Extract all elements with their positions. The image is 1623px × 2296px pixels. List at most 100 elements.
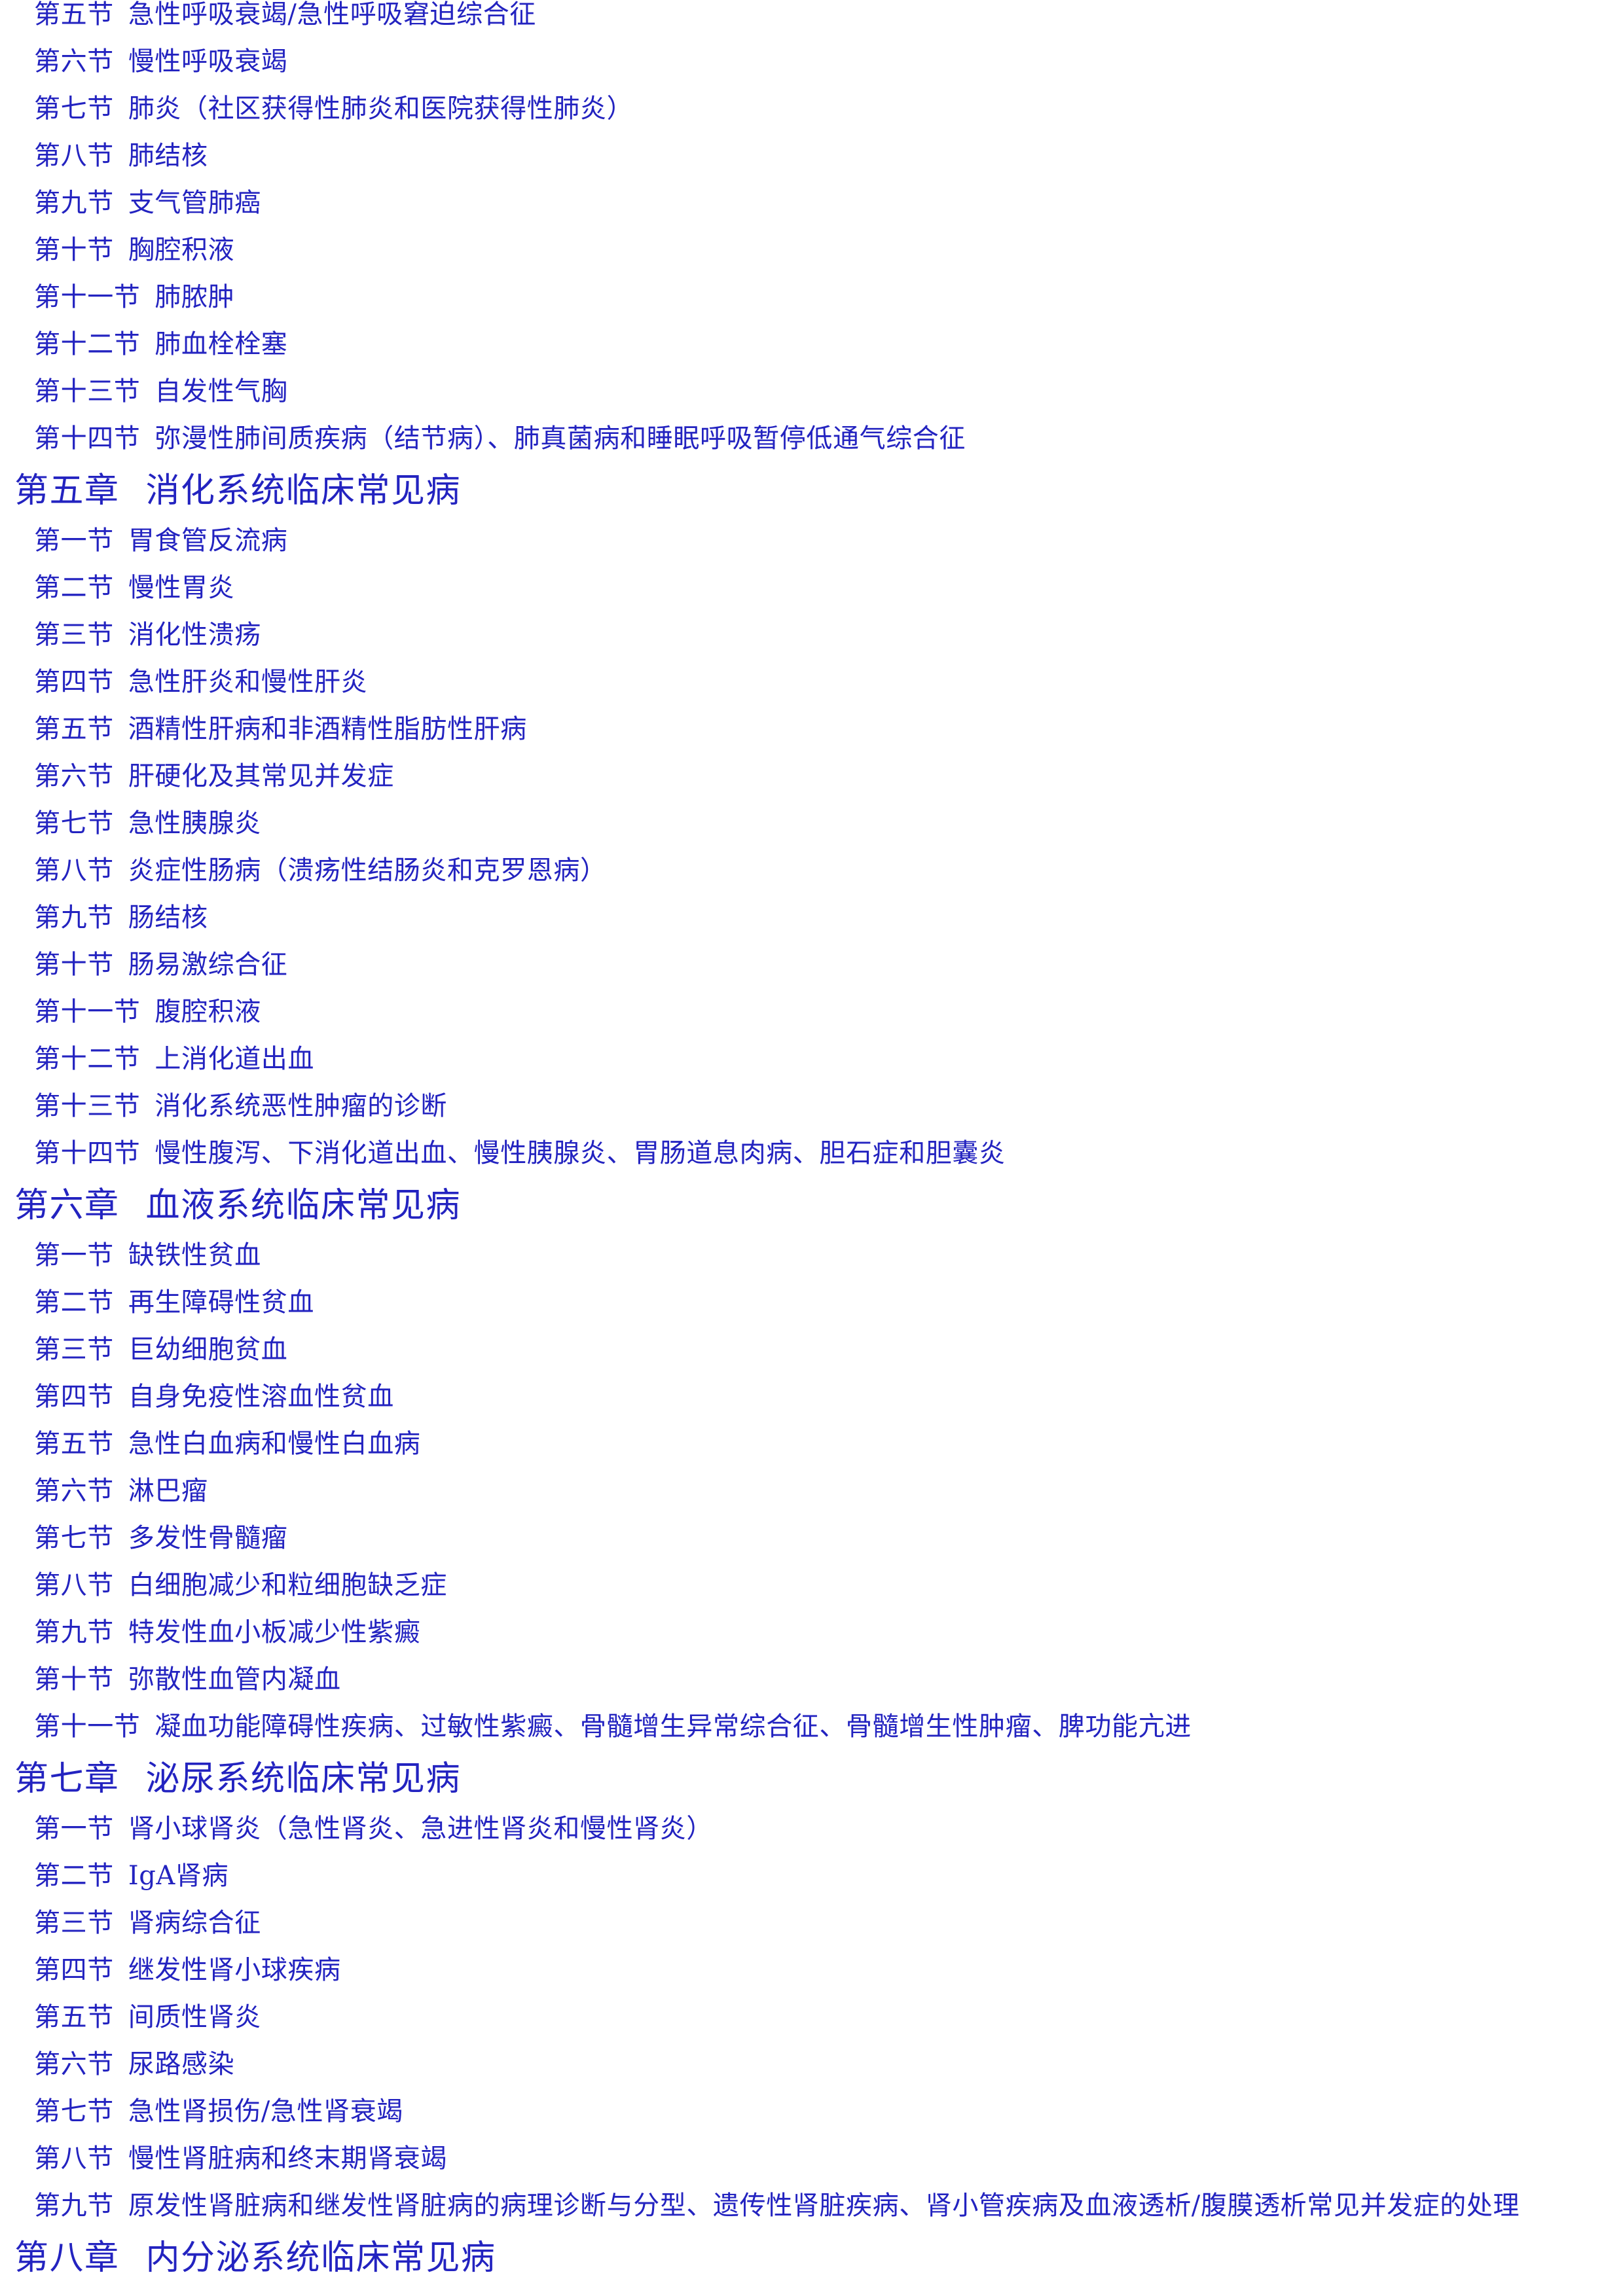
toc-section-entry[interactable]: 第十节 肠易激综合征 <box>0 952 1623 978</box>
section-number: 第八节 <box>34 855 114 886</box>
toc-section-entry[interactable]: 第十一节 腹腔积液 <box>0 999 1623 1025</box>
section-number: 第五节 <box>34 714 114 744</box>
toc-section-entry[interactable]: 第三节 巨幼细胞贫血 <box>0 1336 1623 1363</box>
toc-section-entry[interactable]: 第二节 慢性胃炎 <box>0 575 1623 601</box>
toc-section-entry[interactable]: 第五节 间质性肾炎 <box>0 2004 1623 2030</box>
section-title: 肺血栓栓塞 <box>155 329 288 359</box>
toc-section-entry[interactable]: 第九节 肠结核 <box>0 905 1623 931</box>
section-title: 再生障碍性贫血 <box>128 1287 315 1318</box>
section-number: 第十一节 <box>34 282 141 312</box>
section-title: 肺结核 <box>128 141 208 171</box>
toc-section-entry[interactable]: 第八节 炎症性肠病（溃疡性结肠炎和克罗恩病） <box>0 857 1623 884</box>
section-number: 第十二节 <box>34 329 141 359</box>
toc-section-entry[interactable]: 第九节 特发性血小板减少性紫癜 <box>0 1619 1623 1645</box>
toc-section-entry[interactable]: 第六节 肝硬化及其常见并发症 <box>0 763 1623 789</box>
toc-section-entry[interactable]: 第四节 继发性肾小球疾病 <box>0 1957 1623 1983</box>
toc-section-entry[interactable]: 第五节 急性呼吸衰竭/急性呼吸窘迫综合征 <box>0 1 1623 27</box>
section-number: 第六节 <box>34 46 114 77</box>
toc-section-entry[interactable]: 第三节 消化性溃疡 <box>0 622 1623 648</box>
section-number: 第十节 <box>34 1664 114 1695</box>
chapter-number: 第六章 <box>14 1186 120 1225</box>
section-number: 第七节 <box>34 94 114 124</box>
section-title: 慢性腹泻、下消化道出血、慢性胰腺炎、胃肠道息肉病、胆石症和胆囊炎 <box>155 1138 1006 1168</box>
toc-section-entry[interactable]: 第十节 胸腔积液 <box>0 237 1623 263</box>
chapter-heading[interactable]: 第八章 内分泌系统临床常见病 <box>0 2241 1623 2275</box>
toc-section-entry[interactable]: 第十一节 肺脓肿 <box>0 284 1623 310</box>
section-title: 酒精性肝病和非酒精性脂肪性肝病 <box>128 714 527 744</box>
section-number: 第六节 <box>34 2049 114 2079</box>
toc-section-entry[interactable]: 第一节 胃食管反流病 <box>0 528 1623 554</box>
toc-section-entry[interactable]: 第五节 急性白血病和慢性白血病 <box>0 1431 1623 1457</box>
chapter-heading[interactable]: 第六章 血液系统临床常见病 <box>0 1189 1623 1223</box>
toc-section-entry[interactable]: 第四节 自身免疫性溶血性贫血 <box>0 1384 1623 1410</box>
toc-section-entry[interactable]: 第六节 慢性呼吸衰竭 <box>0 48 1623 75</box>
section-title: 胃食管反流病 <box>128 526 288 556</box>
toc-section-entry[interactable]: 第十一节 凝血功能障碍性疾病、过敏性紫癜、骨髓增生异常综合征、骨髓增生性肿瘤、脾功… <box>0 1713 1623 1740</box>
section-title: 弥散性血管内凝血 <box>128 1664 341 1695</box>
section-title: 炎症性肠病（溃疡性结肠炎和克罗恩病） <box>128 855 607 886</box>
section-number: 第一节 <box>34 1240 114 1270</box>
toc-section-entry[interactable]: 第二节 再生障碍性贫血 <box>0 1289 1623 1316</box>
toc-section-entry[interactable]: 第九节 支气管肺癌 <box>0 190 1623 216</box>
section-title: 原发性肾脏病和继发性肾脏病的病理诊断与分型、遗传性肾脏疾病、肾小管疾病及血液透析… <box>128 2191 1520 2221</box>
section-number: 第九节 <box>34 903 114 933</box>
toc-section-entry[interactable]: 第十四节 慢性腹泻、下消化道出血、慢性胰腺炎、胃肠道息肉病、胆石症和胆囊炎 <box>0 1140 1623 1166</box>
section-number: 第十四节 <box>34 423 141 454</box>
chapter-heading[interactable]: 第五章 消化系统临床常见病 <box>0 474 1623 508</box>
section-number: 第十三节 <box>34 1091 141 1121</box>
toc-section-entry[interactable]: 第七节 急性肾损伤/急性肾衰竭 <box>0 2098 1623 2125</box>
toc-section-entry[interactable]: 第七节 急性胰腺炎 <box>0 810 1623 836</box>
section-number: 第十一节 <box>34 1712 141 1742</box>
section-title: 慢性肾脏病和终末期肾衰竭 <box>128 2144 448 2174</box>
section-number: 第一节 <box>34 1814 114 1844</box>
section-title: 肝硬化及其常见并发症 <box>128 761 394 791</box>
section-number: 第十三节 <box>34 376 141 406</box>
toc-section-entry[interactable]: 第八节 慢性肾脏病和终末期肾衰竭 <box>0 2145 1623 2172</box>
toc-section-entry[interactable]: 第六节 尿路感染 <box>0 2051 1623 2077</box>
section-title: 淋巴瘤 <box>128 1476 208 1506</box>
toc-section-entry[interactable]: 第七节 肺炎（社区获得性肺炎和医院获得性肺炎） <box>0 96 1623 122</box>
section-title: 间质性肾炎 <box>128 2002 261 2032</box>
section-number: 第四节 <box>34 667 114 697</box>
section-title: 消化系统恶性肿瘤的诊断 <box>155 1091 448 1121</box>
section-title: 胸腔积液 <box>128 235 235 265</box>
toc-section-entry[interactable]: 第十节 弥散性血管内凝血 <box>0 1666 1623 1693</box>
toc-section-entry[interactable]: 第八节 肺结核 <box>0 143 1623 169</box>
section-title: 慢性胃炎 <box>128 573 235 603</box>
section-number: 第八节 <box>34 1570 114 1600</box>
toc-section-entry[interactable]: 第十三节 消化系统恶性肿瘤的诊断 <box>0 1093 1623 1119</box>
toc-section-entry[interactable]: 第十三节 自发性气胸 <box>0 378 1623 404</box>
chapter-heading[interactable]: 第七章 泌尿系统临床常见病 <box>0 1762 1623 1796</box>
toc-section-entry[interactable]: 第十四节 弥漫性肺间质疾病（结节病）、肺真菌病和睡眠呼吸暂停低通气综合征 <box>0 425 1623 452</box>
section-number: 第八节 <box>34 141 114 171</box>
toc-section-entry[interactable]: 第十二节 上消化道出血 <box>0 1046 1623 1072</box>
section-title: 肠易激综合征 <box>128 950 288 980</box>
toc-section-entry[interactable]: 第七节 多发性骨髓瘤 <box>0 1525 1623 1551</box>
section-number: 第五节 <box>34 1429 114 1459</box>
toc-section-entry[interactable]: 第二节 IgA肾病 <box>0 1863 1623 1889</box>
section-number: 第三节 <box>34 1908 114 1938</box>
section-number: 第十一节 <box>34 997 141 1027</box>
chapter-number: 第五章 <box>14 471 120 511</box>
toc-section-entry[interactable]: 第十二节 肺血栓栓塞 <box>0 331 1623 357</box>
toc-section-entry[interactable]: 第一节 缺铁性贫血 <box>0 1242 1623 1268</box>
section-title: 特发性血小板减少性紫癜 <box>128 1617 421 1647</box>
section-number: 第三节 <box>34 1335 114 1365</box>
toc-section-entry[interactable]: 第五节 酒精性肝病和非酒精性脂肪性肝病 <box>0 716 1623 742</box>
toc-section-entry[interactable]: 第八节 白细胞减少和粒细胞缺乏症 <box>0 1572 1623 1598</box>
toc-section-entry[interactable]: 第一节 肾小球肾炎（急性肾炎、急进性肾炎和慢性肾炎） <box>0 1816 1623 1842</box>
section-number: 第二节 <box>34 573 114 603</box>
chapter-group: 第七章 泌尿系统临床常见病第一节 肾小球肾炎（急性肾炎、急进性肾炎和慢性肾炎） 第二节… <box>0 1762 1623 2219</box>
toc-section-entry[interactable]: 第九节 原发性肾脏病和继发性肾脏病的病理诊断与分型、遗传性肾脏疾病、肾小管疾病及血… <box>0 2193 1623 2219</box>
section-title: 巨幼细胞贫血 <box>128 1335 288 1365</box>
toc-section-entry[interactable]: 第六节 淋巴瘤 <box>0 1478 1623 1504</box>
section-title: 急性肝炎和慢性肝炎 <box>128 667 368 697</box>
section-number: 第五节 <box>34 2002 114 2032</box>
toc-section-entry[interactable]: 第三节 肾病综合征 <box>0 1910 1623 1936</box>
section-title: 急性白血病和慢性白血病 <box>128 1429 421 1459</box>
toc-section-entry[interactable]: 第四节 急性肝炎和慢性肝炎 <box>0 669 1623 695</box>
section-title: 肺炎（社区获得性肺炎和医院获得性肺炎） <box>128 94 634 124</box>
section-title: 腹腔积液 <box>155 997 261 1027</box>
chapter-title: 血液系统临床常见病 <box>145 1186 462 1225</box>
section-title: 急性呼吸衰竭/急性呼吸窘迫综合征 <box>128 0 536 29</box>
